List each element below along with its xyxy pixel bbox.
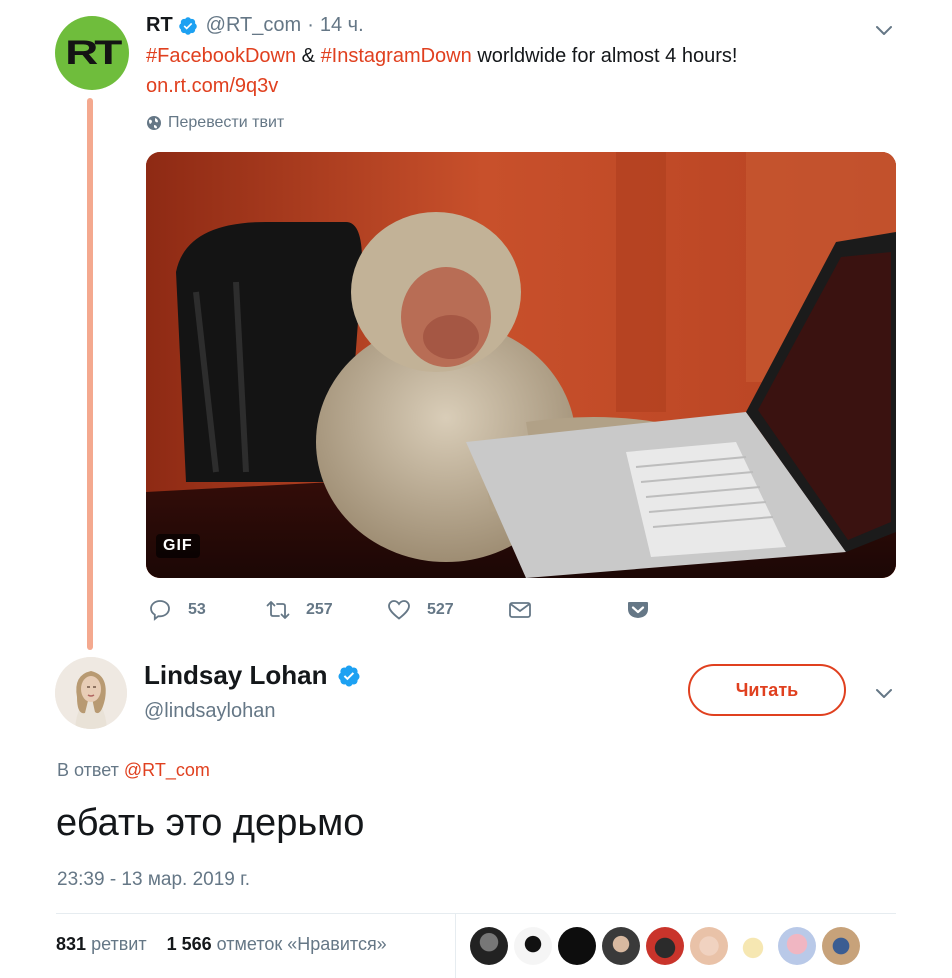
reply-count: 53 [188, 601, 206, 618]
liker-avatar[interactable] [470, 927, 508, 965]
retweet-button[interactable]: 257 [266, 598, 333, 622]
verified-icon [178, 16, 197, 35]
separator-dot: · [307, 14, 314, 36]
tweet-stats: 831 ретвит 1 566 отметок «Нравится» [56, 934, 387, 955]
likes-stat[interactable]: 1 566 отметок «Нравится» [167, 934, 387, 954]
rt-logo-text: RT [65, 33, 122, 72]
ampersand: & [301, 45, 315, 67]
lindsaylohan-avatar[interactable] [55, 657, 127, 729]
reply-prefix: В ответ [57, 760, 119, 780]
pocket-button[interactable] [626, 598, 666, 622]
monkey-at-laptop-image [146, 152, 896, 578]
pocket-icon [628, 602, 648, 618]
tweet-text-main: ебать это дерьмо [56, 802, 365, 844]
tweet-text-rest: worldwide for almost 4 hours! [477, 45, 738, 67]
hashtag-facebookdown[interactable]: #FacebookDown [146, 45, 296, 67]
author-name: Lindsay Lohan [144, 660, 328, 690]
gif-badge: GIF [156, 534, 200, 558]
tweet-text: #FacebookDown & #InstagramDown worldwide… [146, 42, 737, 70]
tweet-timestamp[interactable]: 23:39 - 13 мар. 2019 г. [57, 869, 250, 891]
retweet-count: 257 [306, 601, 333, 618]
translate-tweet[interactable]: Перевести твит [146, 114, 284, 132]
liker-avatar[interactable] [602, 927, 640, 965]
author-name-lindsay[interactable]: Lindsay Lohan [144, 660, 369, 691]
liker-avatar[interactable] [514, 927, 552, 965]
author-handle-lindsay[interactable]: @lindsaylohan [144, 700, 276, 723]
divider [56, 913, 896, 914]
mail-icon [509, 602, 531, 618]
reply-icon [150, 600, 170, 621]
chevron-down-icon[interactable] [874, 20, 894, 40]
reply-button[interactable]: 53 [148, 598, 206, 622]
follow-button[interactable]: Читать [688, 664, 846, 716]
portrait-image [55, 657, 127, 729]
heart-icon [388, 600, 410, 620]
liker-avatar[interactable] [822, 927, 860, 965]
tweet-header: RT @RT_com · 14 ч. [146, 14, 364, 37]
author-handle[interactable]: @RT_com [206, 14, 302, 37]
reply-mention[interactable]: @RT_com [124, 760, 210, 780]
liker-avatar[interactable] [734, 927, 772, 965]
liker-avatar[interactable] [646, 927, 684, 965]
like-button[interactable]: 527 [387, 598, 454, 622]
tweet-time[interactable]: 14 ч. [320, 14, 364, 37]
retweets-stat[interactable]: 831 ретвит [56, 934, 147, 954]
gif-media[interactable]: GIF [146, 152, 896, 578]
globe-icon [147, 116, 161, 130]
likers-avatars [470, 927, 866, 965]
author-name[interactable]: RT [146, 14, 173, 37]
retweet-icon [266, 601, 290, 619]
tweet-link[interactable]: on.rt.com/9q3v [146, 72, 278, 100]
chevron-down-icon[interactable] [874, 683, 894, 703]
direct-message-button[interactable] [508, 598, 548, 622]
verified-icon [338, 665, 360, 686]
translate-label: Перевести твит [168, 114, 285, 131]
liker-avatar[interactable] [690, 927, 728, 965]
liker-avatar[interactable] [778, 927, 816, 965]
stats-divider [455, 914, 456, 978]
like-count: 527 [427, 601, 454, 618]
hashtag-instagramdown[interactable]: #InstagramDown [321, 45, 472, 67]
reply-context: В ответ @RT_com [57, 760, 210, 781]
rt-avatar[interactable]: RT [55, 16, 129, 90]
thread-connector-line [87, 98, 93, 650]
liker-avatar[interactable] [558, 927, 596, 965]
